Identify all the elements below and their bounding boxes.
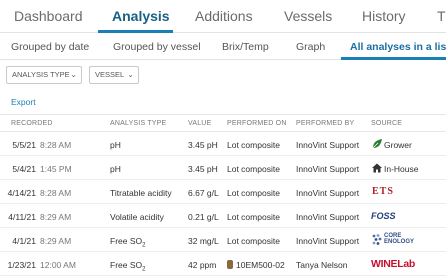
- subscript: 2: [142, 242, 146, 249]
- recorded-date: 5/4/21: [12, 164, 36, 174]
- recorded-time: 8:29 AM: [40, 212, 72, 222]
- chevron-down-icon: ⌄: [70, 70, 77, 79]
- analysis-type-text: Free SO: [110, 260, 143, 270]
- performed-on: Lot composite: [227, 140, 280, 150]
- foss-logo: FOSS: [371, 211, 396, 221]
- performed-on: Lot composite: [227, 188, 280, 198]
- subscript: 2: [142, 266, 146, 273]
- analysis-type: Free SO2: [110, 236, 145, 249]
- subtab-graph[interactable]: Graph: [296, 41, 325, 53]
- performed-on: Lot composite: [227, 164, 280, 174]
- tab-vessels[interactable]: Vessels: [284, 8, 332, 24]
- analysis-value: 42 ppm: [188, 260, 217, 270]
- performed-by: InnoVint Support: [296, 164, 360, 174]
- performed-on: Lot composite: [227, 212, 280, 222]
- analysis-value: 3.45 pH: [188, 140, 218, 150]
- performed-by: InnoVint Support: [296, 140, 360, 150]
- active-subtab-indicator: [341, 57, 446, 60]
- chevron-down-icon: ⌄: [127, 70, 134, 79]
- house-icon: [372, 163, 382, 173]
- analysis-type: Titratable acidity: [110, 188, 172, 198]
- core-enology-logo: CORE ENOLOGY: [371, 232, 415, 248]
- table-row[interactable]: 4/11/21 8:29 AM Volatile acidity 0.21 g/…: [0, 204, 446, 228]
- core-enology-label: CORE ENOLOGY: [384, 233, 415, 245]
- analysis-type-text: Free SO: [110, 236, 143, 246]
- performed-on: 10EM500-02: [227, 260, 285, 270]
- performed-by: Tanya Nelson: [296, 260, 348, 270]
- source-label: Grower: [384, 140, 412, 150]
- col-performed-on: PERFORMED ON: [227, 120, 287, 127]
- vessel-filter[interactable]: VESSEL ⌄: [89, 66, 139, 84]
- subtab-grouped-by-date[interactable]: Grouped by date: [11, 41, 89, 53]
- tab-dashboard[interactable]: Dashboard: [14, 8, 83, 24]
- table-row[interactable]: 5/4/21 1:45 PM pH 3.45 pH Lot composite …: [0, 156, 446, 180]
- analysis-type: Volatile acidity: [110, 212, 164, 222]
- analysis-value: 3.45 pH: [188, 164, 218, 174]
- performed-on-text: 10EM500-02: [236, 260, 285, 270]
- table-row[interactable]: 4/14/21 8:28 AM Titratable acidity 6.67 …: [0, 180, 446, 204]
- active-tab-indicator: [98, 30, 173, 33]
- winelab-logo: WINELab: [371, 258, 415, 270]
- source-label: In-House: [384, 164, 419, 174]
- col-recorded: RECORDED: [11, 120, 53, 127]
- recorded-date: 4/1/21: [12, 236, 36, 246]
- analysis-value: 0.21 g/L: [188, 212, 219, 222]
- recorded-time: 12:00 AM: [40, 260, 76, 270]
- subtab-all-analyses[interactable]: All analyses in a list: [350, 41, 446, 53]
- analysis-value: 6.67 g/L: [188, 188, 219, 198]
- table-row[interactable]: 4/1/21 8:29 AM Free SO2 32 mg/L Lot comp…: [0, 228, 446, 252]
- tab-history[interactable]: History: [362, 8, 406, 24]
- core-enology-mark-icon: [372, 234, 382, 245]
- recorded-time: 8:28 AM: [40, 140, 72, 150]
- col-value: VALUE: [188, 120, 212, 127]
- analysis-type: pH: [110, 140, 121, 150]
- leaf-icon: [372, 139, 382, 149]
- analysis-type-filter[interactable]: ANALYSIS TYPE ⌄: [6, 66, 82, 84]
- sub-tab-bar: Grouped by date Grouped by vessel Brix/T…: [0, 34, 446, 60]
- analysis-type: Free SO2: [110, 260, 145, 273]
- divider: [0, 114, 446, 115]
- recorded-date: 5/5/21: [12, 140, 36, 150]
- recorded-date: 1/23/21: [7, 260, 36, 270]
- vessel-filter-label: VESSEL: [95, 70, 125, 79]
- analysis-type: pH: [110, 164, 121, 174]
- analysis-type-filter-label: ANALYSIS TYPE: [12, 70, 70, 79]
- tab-additions[interactable]: Additions: [195, 8, 253, 24]
- analysis-value: 32 mg/L: [188, 236, 219, 246]
- performed-by: InnoVint Support: [296, 236, 360, 246]
- performed-on: Lot composite: [227, 236, 280, 246]
- tab-overflow[interactable]: T: [437, 8, 446, 24]
- col-performed-by: PERFORMED BY: [296, 120, 355, 127]
- top-tab-bar: Dashboard Analysis Additions Vessels His…: [0, 0, 446, 33]
- recorded-time: 1:45 PM: [40, 164, 72, 174]
- table-row[interactable]: 5/5/21 8:28 AM pH 3.45 pH Lot composite …: [0, 132, 446, 156]
- col-source: SOURCE: [371, 120, 403, 127]
- ets-logo: ETS: [372, 186, 394, 197]
- subtab-brix-temp[interactable]: Brix/Temp: [222, 41, 269, 53]
- recorded-time: 8:28 AM: [40, 188, 72, 198]
- export-link[interactable]: Export: [11, 97, 36, 107]
- table-row[interactable]: 1/23/21 12:00 AM Free SO2 42 ppm 10EM500…: [0, 252, 446, 276]
- recorded-date: 4/11/21: [8, 212, 36, 222]
- barrel-icon: [227, 260, 233, 269]
- performed-by: InnoVint Support: [296, 188, 360, 198]
- performed-by: InnoVint Support: [296, 212, 360, 222]
- subtab-grouped-by-vessel[interactable]: Grouped by vessel: [113, 41, 201, 53]
- tab-analysis[interactable]: Analysis: [112, 8, 170, 24]
- recorded-time: 8:29 AM: [40, 236, 72, 246]
- col-analysis-type: ANALYSIS TYPE: [110, 120, 167, 127]
- recorded-date: 4/14/21: [7, 188, 36, 198]
